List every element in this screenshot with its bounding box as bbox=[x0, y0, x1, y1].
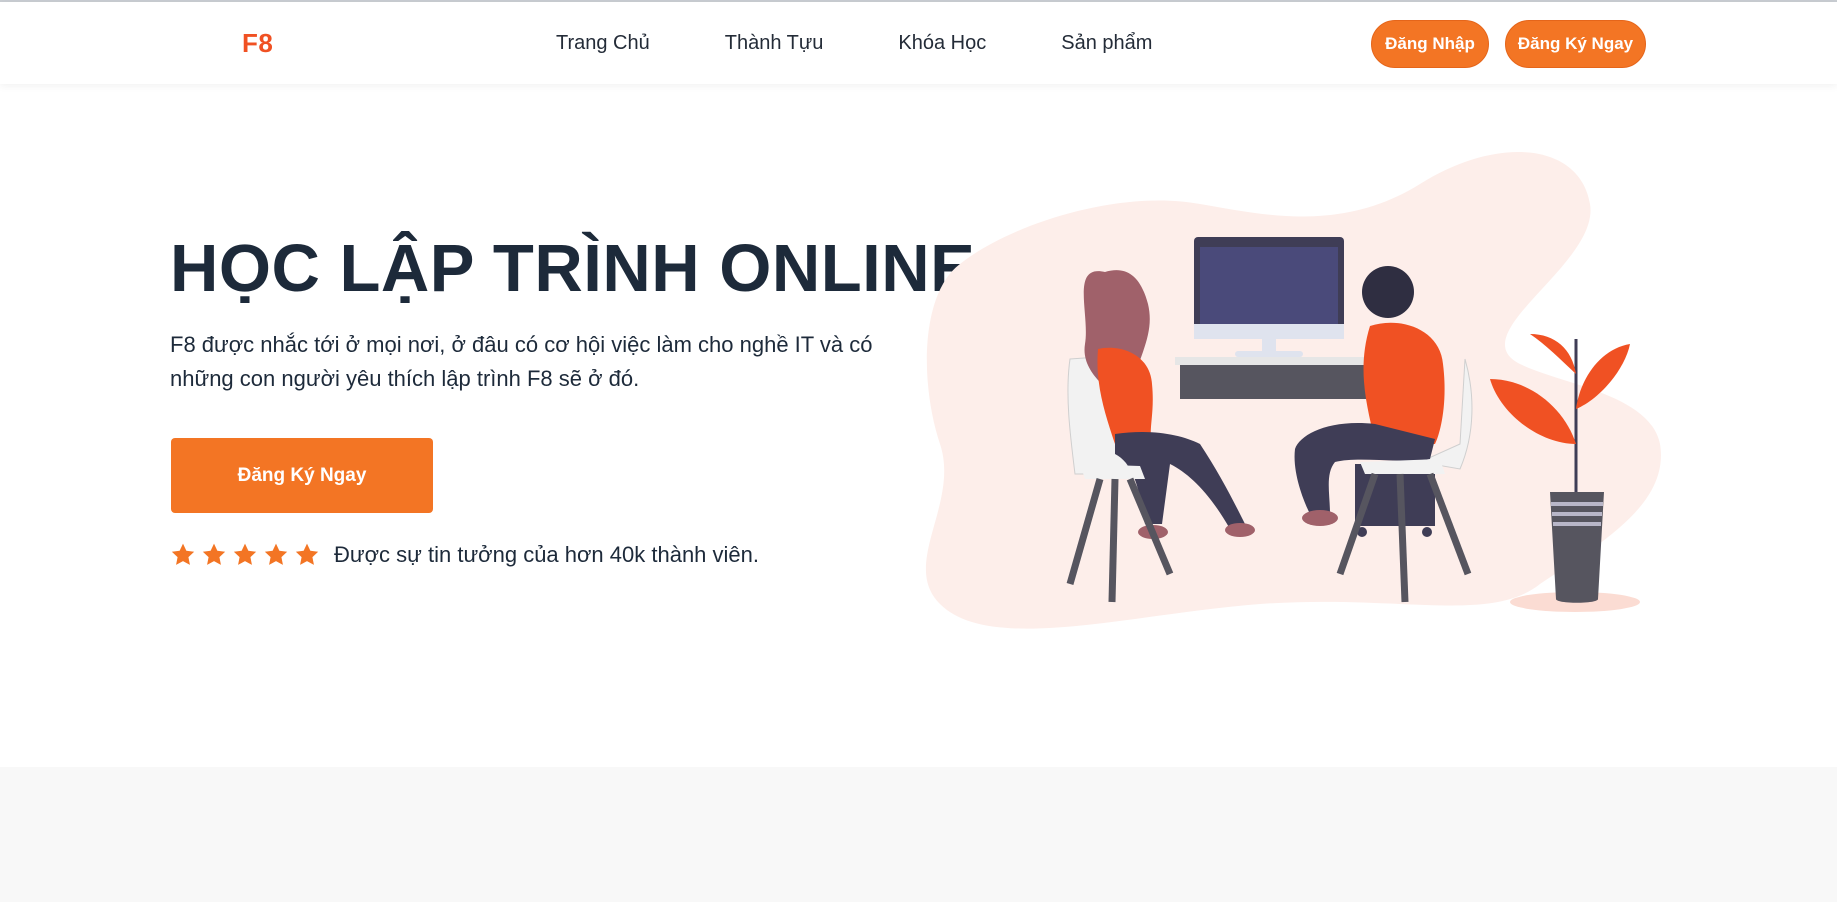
man-chair-leg-3 bbox=[1396, 473, 1409, 603]
register-button[interactable]: Đăng Ký Ngay bbox=[1505, 20, 1646, 68]
pot-stripe-3 bbox=[1553, 522, 1601, 526]
monitor-bezel bbox=[1194, 324, 1344, 339]
logo[interactable]: F8 bbox=[242, 28, 273, 59]
next-section bbox=[0, 767, 1837, 902]
hero-illustration bbox=[925, 151, 1661, 629]
man-shoe-1 bbox=[1302, 510, 1338, 526]
rating-stars bbox=[170, 542, 320, 568]
tower-wheel-2 bbox=[1422, 527, 1432, 537]
nav-item-courses[interactable]: Khóa Học bbox=[898, 32, 986, 55]
star-icon bbox=[171, 543, 195, 565]
plant-leaf-3 bbox=[1530, 334, 1576, 374]
monitor-base bbox=[1235, 351, 1303, 357]
monitor-screen bbox=[1200, 247, 1338, 325]
hero-title: HỌC LẬP TRÌNH ONLINE bbox=[170, 231, 976, 306]
star-icon bbox=[295, 543, 319, 565]
star-icon bbox=[233, 543, 257, 565]
rating: Được sự tin tưởng của hơn 40k thành viên… bbox=[170, 542, 759, 568]
hero-section: HỌC LẬP TRÌNH ONLINE F8 được nhắc tới ở … bbox=[0, 84, 1837, 767]
star-icon bbox=[264, 543, 288, 565]
pot-stripe-2 bbox=[1552, 512, 1602, 516]
main-nav: Trang Chủ Thành Tựu Khóa Học Sản phẩm bbox=[556, 2, 1152, 84]
nav-item-products[interactable]: Sản phẩm bbox=[1061, 32, 1152, 55]
nav-item-home[interactable]: Trang Chủ bbox=[556, 32, 650, 55]
monitor-stand bbox=[1262, 339, 1276, 353]
woman-chair-seat bbox=[1080, 464, 1145, 479]
hero-description: F8 được nhắc tới ở mọi nơi, ở đâu có cơ … bbox=[170, 332, 873, 391]
login-button[interactable]: Đăng Nhập bbox=[1371, 20, 1489, 68]
star-icon bbox=[202, 543, 226, 565]
man-head bbox=[1362, 266, 1414, 318]
rating-text: Được sự tin tưởng của hơn 40k thành viên… bbox=[334, 542, 760, 567]
nav-item-achievements[interactable]: Thành Tựu bbox=[725, 32, 824, 55]
site-header: F8 Trang Chủ Thành Tựu Khóa Học Sản phẩm… bbox=[0, 2, 1837, 84]
woman-shoe-2 bbox=[1225, 523, 1255, 537]
woman-chair-leg-3 bbox=[1108, 478, 1119, 603]
hero-register-button[interactable]: Đăng Ký Ngay bbox=[171, 438, 433, 513]
plant-pot bbox=[1550, 492, 1604, 603]
pot-stripe-1 bbox=[1551, 502, 1603, 506]
